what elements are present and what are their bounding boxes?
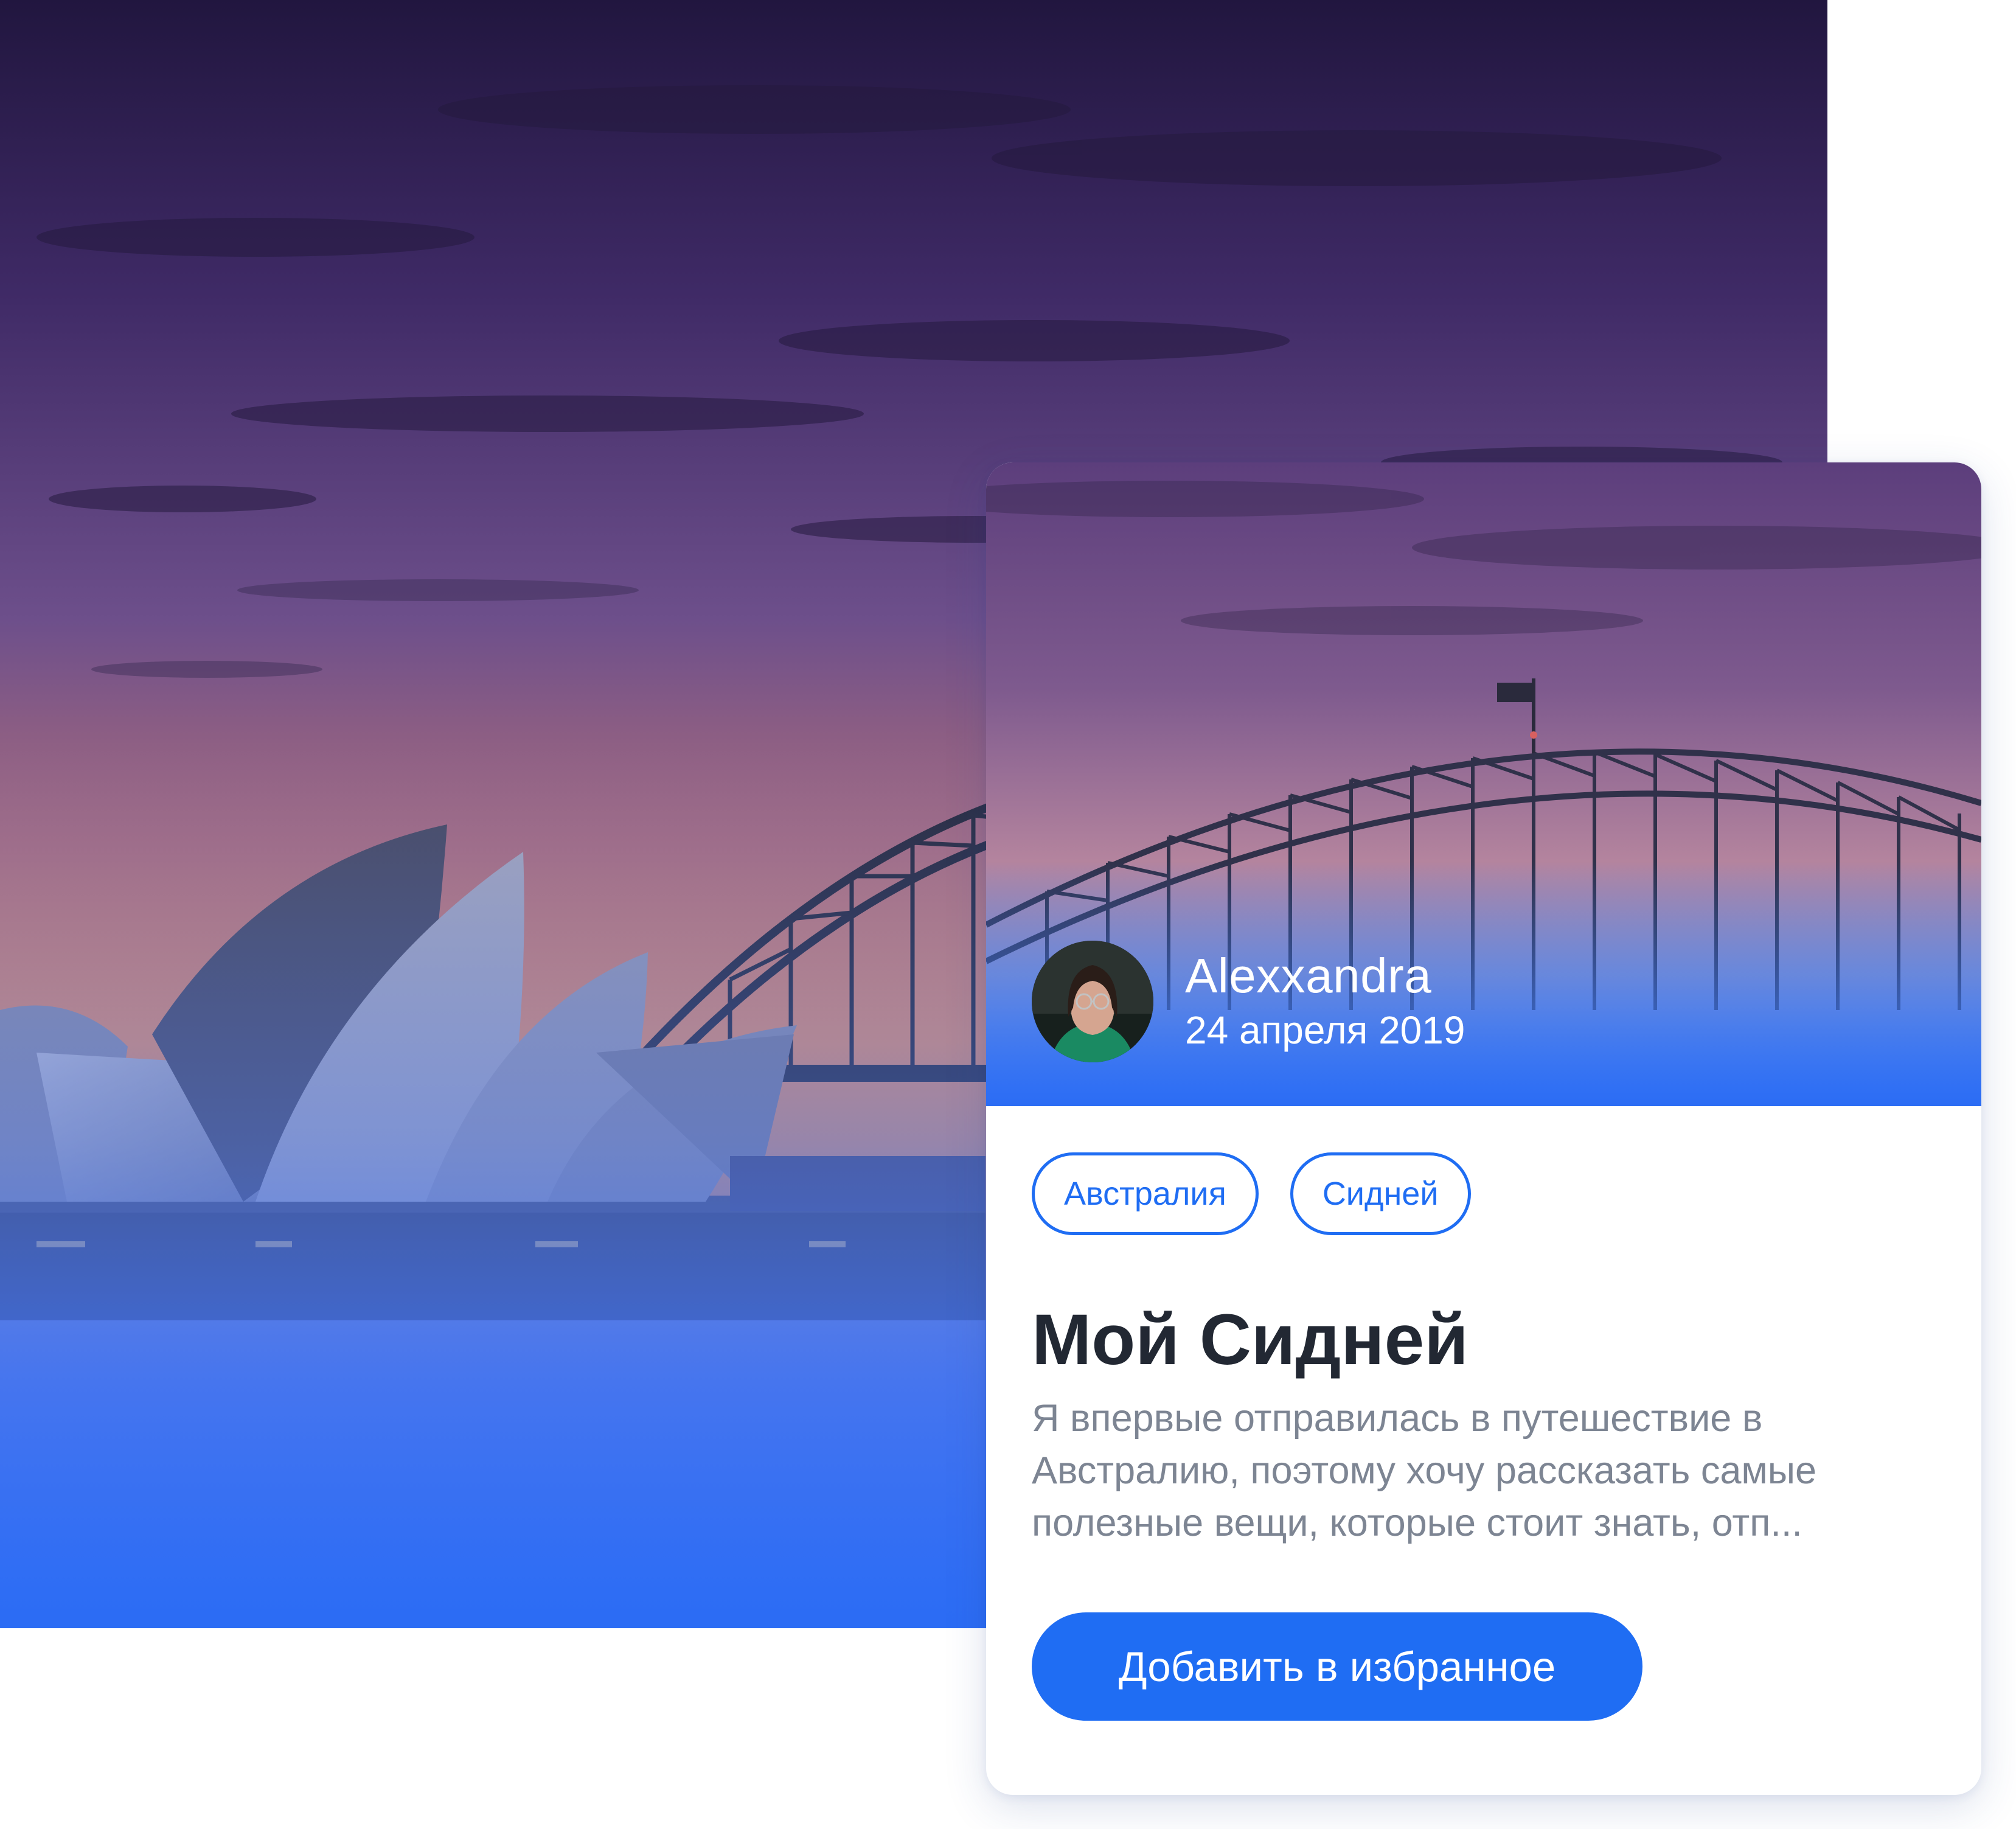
author-name[interactable]: Alexxandra bbox=[1185, 947, 1465, 1005]
article-card[interactable]: Alexxandra 24 апреля 2019 Австралия Сидн… bbox=[986, 462, 1981, 1795]
article-title[interactable]: Мой Сидней bbox=[1032, 1298, 1936, 1381]
avatar[interactable] bbox=[1032, 941, 1153, 1062]
author-info: Alexxandra 24 апреля 2019 bbox=[1032, 941, 1465, 1062]
tag-list: Австралия Сидней bbox=[1032, 1152, 1936, 1235]
publish-date: 24 апреля 2019 bbox=[1185, 1008, 1465, 1052]
card-body: Австралия Сидней Мой Сидней Я впервые от… bbox=[1032, 1152, 1936, 1549]
excerpt-line: Австралию, поэтому хочу рассказать самые bbox=[1032, 1449, 1817, 1492]
excerpt-line: Я впервые отправилась в путешествие в bbox=[1032, 1397, 1763, 1440]
tag-australia[interactable]: Австралия bbox=[1032, 1152, 1259, 1235]
tag-sydney[interactable]: Сидней bbox=[1290, 1152, 1471, 1235]
add-to-favorites-button[interactable]: Добавить в избранное bbox=[1032, 1612, 1642, 1721]
article-excerpt: Я впервые отправилась в путешествие в Ав… bbox=[1032, 1392, 1944, 1549]
excerpt-line: полезные вещи, которые стоит знать, отп.… bbox=[1032, 1502, 1802, 1544]
